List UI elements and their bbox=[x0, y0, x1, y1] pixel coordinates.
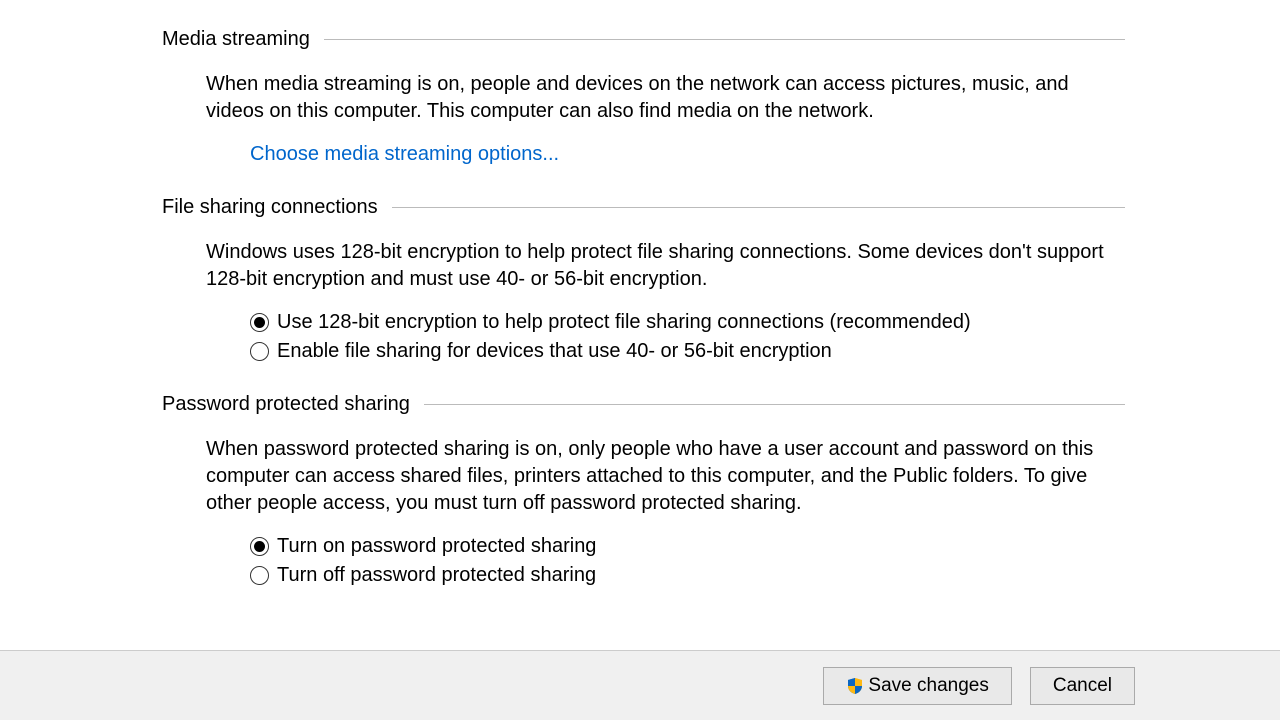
radio-turn-off-password-sharing[interactable]: Turn off password protected sharing bbox=[250, 564, 1120, 587]
save-button-label: Save changes bbox=[868, 675, 988, 697]
section-title-media: Media streaming bbox=[162, 28, 324, 51]
radio-40-56bit-encryption[interactable]: Enable file sharing for devices that use… bbox=[250, 340, 1120, 363]
radio-icon bbox=[250, 342, 269, 361]
save-changes-button[interactable]: Save changes bbox=[823, 667, 1011, 705]
radio-icon bbox=[250, 537, 269, 556]
file-desc: Windows uses 128-bit encryption to help … bbox=[206, 239, 1120, 293]
section-title-file: File sharing connections bbox=[162, 196, 392, 219]
radio-label: Use 128-bit encryption to help protect f… bbox=[277, 311, 971, 334]
password-desc: When password protected sharing is on, o… bbox=[206, 436, 1120, 517]
cancel-button-label: Cancel bbox=[1053, 675, 1112, 697]
section-file-sharing: File sharing connections Windows uses 12… bbox=[0, 196, 1280, 363]
section-password-sharing: Password protected sharing When password… bbox=[0, 393, 1280, 587]
divider bbox=[324, 39, 1125, 40]
cancel-button[interactable]: Cancel bbox=[1030, 667, 1135, 705]
media-desc: When media streaming is on, people and d… bbox=[206, 71, 1120, 125]
divider bbox=[424, 404, 1125, 405]
radio-label: Turn on password protected sharing bbox=[277, 535, 596, 558]
radio-icon bbox=[250, 566, 269, 585]
choose-media-streaming-options-link[interactable]: Choose media streaming options... bbox=[206, 143, 559, 166]
footer-bar: Save changes Cancel bbox=[0, 650, 1280, 720]
radio-turn-on-password-sharing[interactable]: Turn on password protected sharing bbox=[250, 535, 1120, 558]
radio-128bit-encryption[interactable]: Use 128-bit encryption to help protect f… bbox=[250, 311, 1120, 334]
radio-label: Enable file sharing for devices that use… bbox=[277, 340, 832, 363]
radio-label: Turn off password protected sharing bbox=[277, 564, 596, 587]
radio-icon bbox=[250, 313, 269, 332]
section-title-password: Password protected sharing bbox=[162, 393, 424, 416]
section-media-streaming: Media streaming When media streaming is … bbox=[0, 28, 1280, 166]
divider bbox=[392, 207, 1125, 208]
uac-shield-icon bbox=[846, 677, 864, 695]
